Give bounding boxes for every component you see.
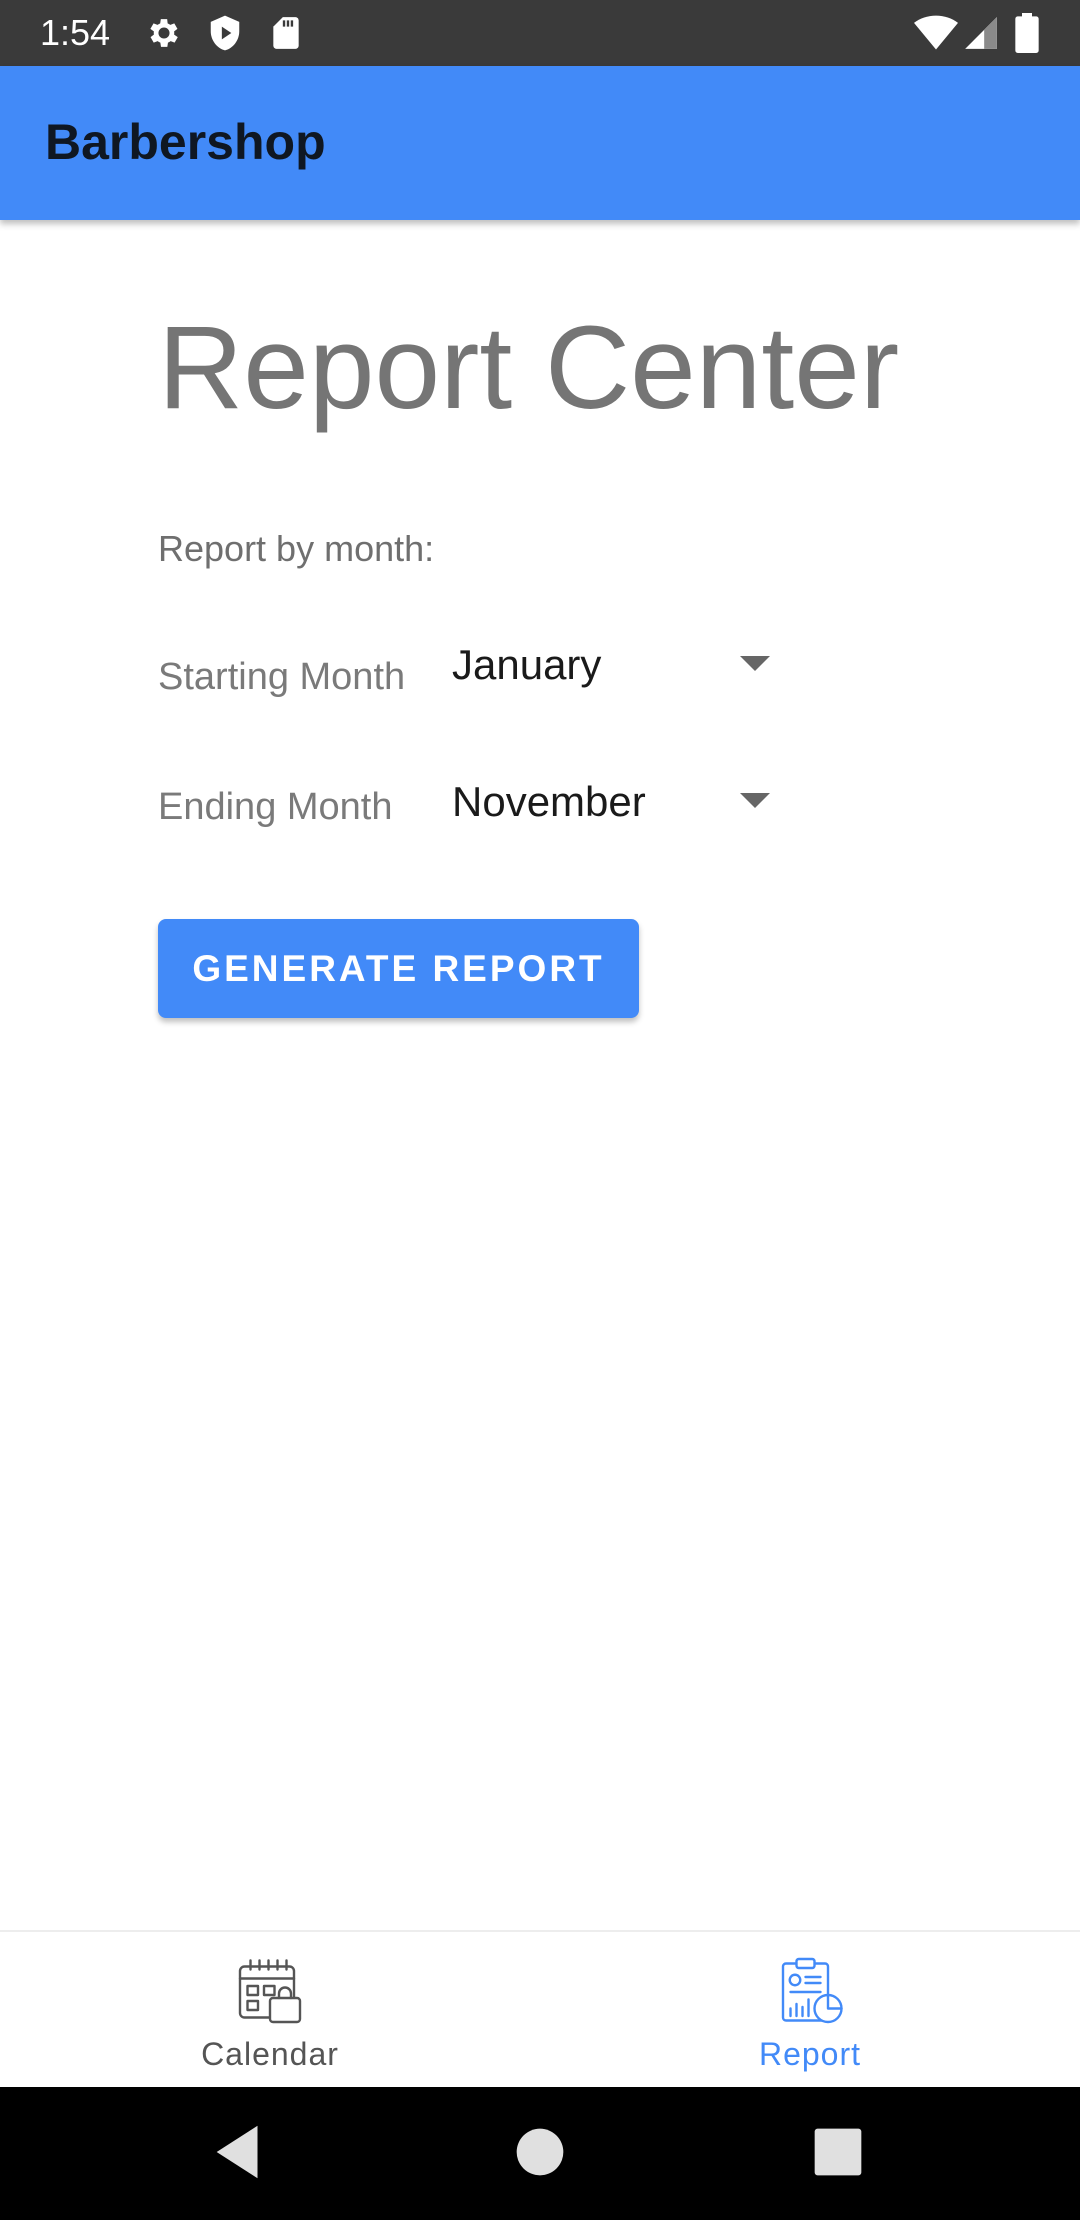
sd-card-icon — [273, 17, 299, 49]
calendar-icon — [238, 1959, 302, 2024]
back-icon[interactable] — [205, 2117, 275, 2187]
app-bar: Barbershop — [0, 66, 1080, 220]
starting-month-dropdown[interactable]: January — [446, 630, 776, 700]
report-clipboard-icon — [781, 1957, 843, 2024]
shield-play-icon — [210, 15, 240, 51]
ending-month-value: November — [452, 778, 646, 825]
status-bar: 1:54 — [0, 0, 1080, 66]
chevron-down-icon — [740, 793, 770, 808]
gear-icon — [150, 19, 178, 47]
recents-icon[interactable] — [803, 2117, 873, 2187]
battery-icon — [1015, 13, 1039, 53]
nav-label-report: Report — [758, 2036, 862, 2072]
generate-report-button[interactable]: GENERATE REPORT — [158, 919, 639, 1018]
starting-month-value: January — [452, 641, 602, 688]
chevron-down-icon — [740, 656, 770, 671]
starting-month-label: Starting Month — [158, 656, 406, 698]
status-time: 1:54 — [40, 12, 111, 53]
system-navigation-bar — [0, 2087, 1080, 2220]
ending-month-label: Ending Month — [158, 786, 393, 828]
nav-item-calendar[interactable]: Calendar — [0, 1932, 540, 2089]
cell-signal-icon — [965, 17, 997, 49]
screen: 1:54 Barbershop Report Center Report by … — [0, 0, 1080, 2220]
wifi-icon — [914, 15, 958, 50]
bottom-navigation: Calendar Report — [0, 1930, 1080, 2089]
nav-item-report[interactable]: Report — [540, 1932, 1080, 2089]
app-title: Barbershop — [45, 114, 326, 170]
page-title: Report Center — [158, 302, 900, 434]
ending-month-dropdown[interactable]: November — [446, 767, 776, 837]
home-icon[interactable] — [505, 2117, 575, 2187]
nav-label-calendar: Calendar — [201, 2036, 339, 2072]
report-by-month-label: Report by month: — [158, 528, 435, 569]
